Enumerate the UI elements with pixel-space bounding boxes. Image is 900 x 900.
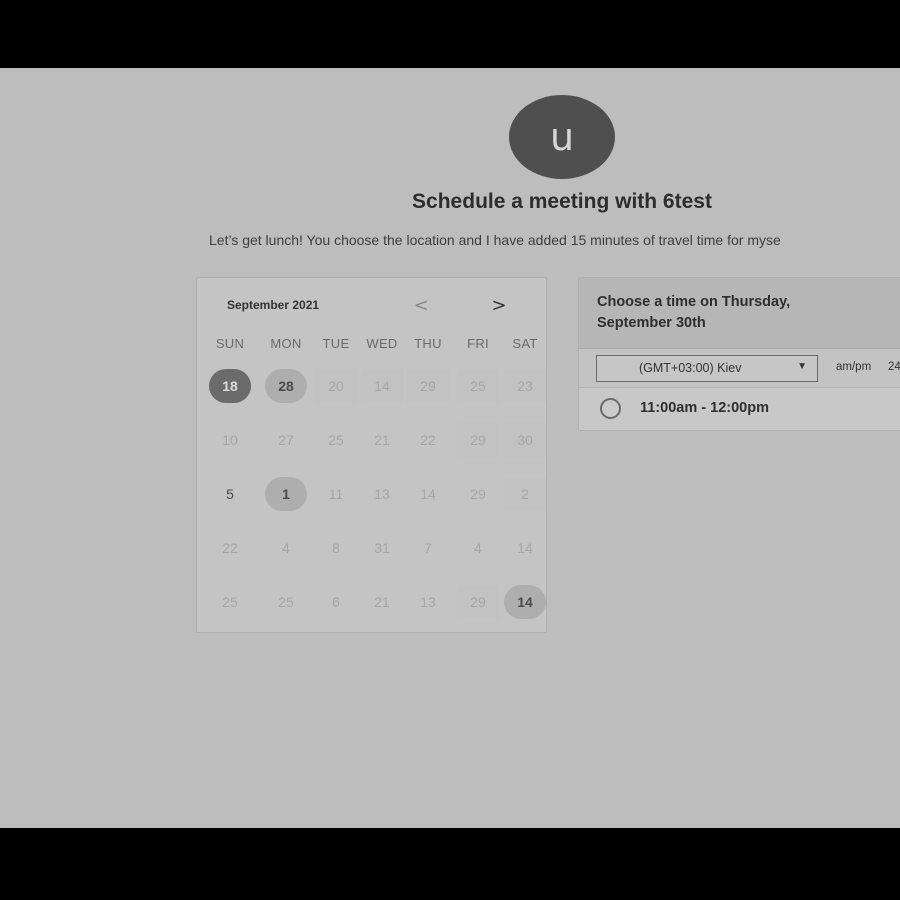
date-picker-calendar: September 2021 < > SUN MON TUE WED THU FRI SAT… (196, 277, 547, 633)
weekday-label: SAT (512, 336, 538, 351)
scheduling-page: u Schedule a meeting with 6test Let’s ge… (0, 68, 900, 828)
calendar-day[interactable]: 23 (504, 369, 546, 403)
weekday-label: SUN (215, 336, 245, 351)
calendar-day[interactable]: 14 (504, 585, 546, 619)
host-avatar: u (509, 95, 615, 179)
radio-button[interactable] (600, 398, 621, 419)
chevron-left-icon: < (413, 295, 429, 316)
calendar-day[interactable]: 21 (361, 585, 403, 619)
chevron-right-icon: > (491, 295, 507, 316)
calendar-day[interactable]: 30 (504, 423, 546, 457)
calendar-day[interactable]: 31 (361, 531, 403, 565)
calendar-day[interactable]: 25 (457, 369, 499, 403)
calendar-day[interactable]: 20 (315, 369, 357, 403)
calendar-day[interactable]: 1 (265, 477, 307, 511)
calendar-day[interactable]: 27 (265, 423, 307, 457)
calendar-day[interactable]: 21 (361, 423, 403, 457)
calendar-day-selected[interactable]: 18 (209, 369, 251, 403)
page-title: Schedule a meeting with 6test (412, 190, 712, 213)
calendar-day[interactable]: 25 (315, 423, 357, 457)
next-month-button[interactable]: > (489, 296, 509, 316)
calendar-day[interactable]: 29 (457, 423, 499, 457)
weekday-label: THU (414, 336, 442, 351)
selected-date-heading: Choose a time on Thursday, September 30t… (597, 294, 791, 331)
ampm-format-toggle[interactable]: am/pm (836, 361, 871, 373)
timezone-value: (GMT+03:00) Kiev (639, 361, 742, 375)
event-description: Let’s get lunch! You choose the location… (209, 232, 781, 248)
calendar-day[interactable]: 29 (457, 585, 499, 619)
month-label: September 2021 (227, 298, 320, 312)
24h-format-toggle[interactable]: 24 (888, 361, 900, 373)
time-slot-option[interactable]: 11:00am - 12:00pm (579, 387, 900, 430)
calendar-day[interactable]: 22 (209, 531, 251, 565)
calendar-day[interactable]: 4 (265, 531, 307, 565)
calendar-day[interactable]: 14 (361, 369, 403, 403)
caret-down-icon: ▼ (797, 361, 807, 372)
calendar-day[interactable]: 5 (209, 477, 251, 511)
calendar-day[interactable]: 4 (457, 531, 499, 565)
time-slot-label: 11:00am - 12:00pm (640, 400, 769, 416)
weekday-label: WED (366, 336, 398, 351)
avatar-initial: u (549, 115, 575, 159)
weekday-label: TUE (322, 336, 350, 351)
calendar-day[interactable]: 2 (504, 477, 546, 511)
calendar-day[interactable]: 13 (407, 585, 449, 619)
calendar-day[interactable]: 14 (407, 477, 449, 511)
calendar-day[interactable]: 7 (407, 531, 449, 565)
calendar-day[interactable]: 25 (265, 585, 307, 619)
calendar-day[interactable]: 10 (209, 423, 251, 457)
calendar-day[interactable]: 29 (407, 369, 449, 403)
time-panel-header: Choose a time on Thursday, September 30t… (579, 278, 900, 349)
previous-month-button[interactable]: < (411, 296, 431, 316)
calendar-day[interactable]: 22 (407, 423, 449, 457)
calendar-day[interactable]: 11 (315, 477, 357, 511)
weekday-label: MON (270, 336, 302, 351)
calendar-day[interactable]: 28 (265, 369, 307, 403)
calendar-day[interactable]: 6 (315, 585, 357, 619)
calendar-day[interactable]: 14 (504, 531, 546, 565)
calendar-day[interactable]: 29 (457, 477, 499, 511)
time-slot-panel: Choose a time on Thursday, September 30t… (578, 277, 900, 431)
timezone-select[interactable]: (GMT+03:00) Kiev ▼ (596, 355, 818, 382)
calendar-day[interactable]: 8 (315, 531, 357, 565)
calendar-day[interactable]: 13 (361, 477, 403, 511)
weekday-label: FRI (467, 336, 489, 351)
calendar-day[interactable]: 25 (209, 585, 251, 619)
